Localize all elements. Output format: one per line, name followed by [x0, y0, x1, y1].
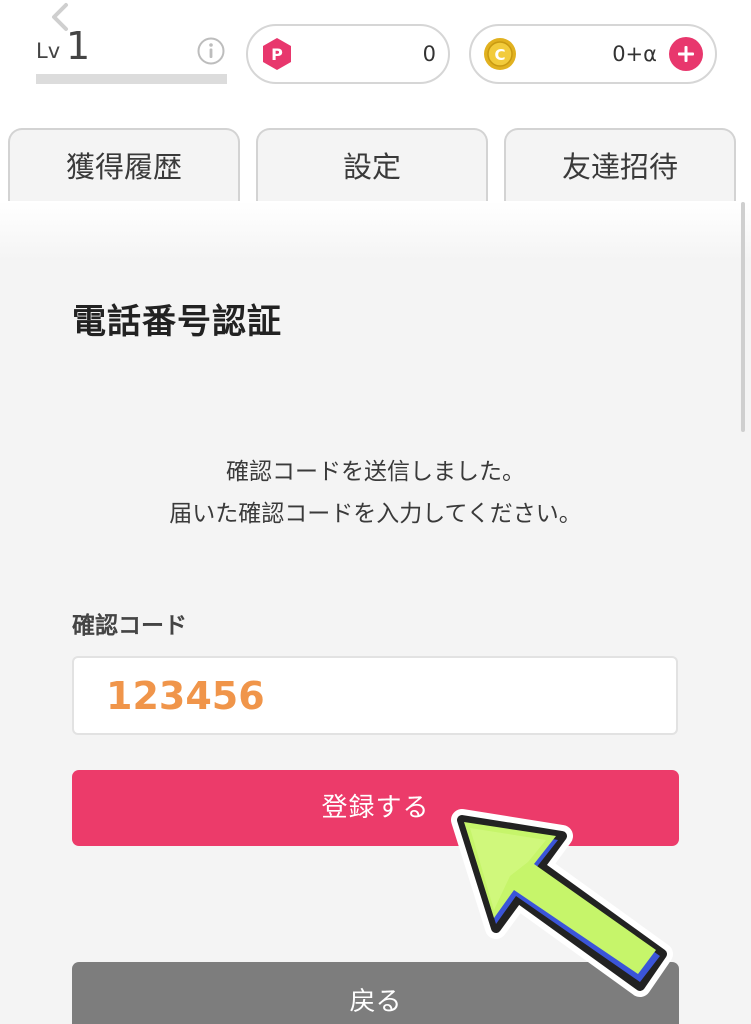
- tab-bar: 獲得履歴 設定 友達招待: [0, 128, 751, 202]
- points-badge-icon: P: [263, 38, 291, 70]
- tab-invite-friends[interactable]: 友達招待: [504, 128, 736, 202]
- tab-settings[interactable]: 設定: [256, 128, 488, 202]
- tab-earning-history[interactable]: 獲得履歴: [8, 128, 240, 202]
- coins-value: 0+α: [612, 42, 657, 66]
- info-icon[interactable]: [196, 36, 226, 66]
- coins-balance: C 0+α: [469, 24, 717, 84]
- add-coins-button[interactable]: [669, 37, 703, 71]
- plus-icon: [678, 46, 694, 62]
- coin-icon: C: [484, 38, 516, 70]
- sent-message: 確認コードを送信しました。: [226, 459, 525, 485]
- code-field-label: 確認コード: [72, 613, 187, 639]
- level-progress-bar: [36, 74, 227, 84]
- level-prefix: Lv: [36, 39, 61, 63]
- verification-code-input[interactable]: [72, 656, 678, 735]
- phone-verification-screen: Lv 1 P 0 C 0+α 獲得履歴 設定 友達招待 電話番号認証 確認コード…: [0, 0, 751, 1024]
- points-value: 0: [422, 42, 436, 66]
- pointer-arrow-icon: [451, 809, 673, 997]
- coin-badge-letter: C: [494, 46, 505, 64]
- level-value: 1: [66, 24, 91, 68]
- instruction-message: 届いた確認コードを入力してください。: [169, 501, 582, 527]
- points-balance: P 0: [246, 24, 450, 84]
- scrollbar[interactable]: [741, 202, 745, 432]
- points-badge-letter: P: [271, 45, 283, 64]
- page-title: 電話番号認証: [72, 302, 282, 342]
